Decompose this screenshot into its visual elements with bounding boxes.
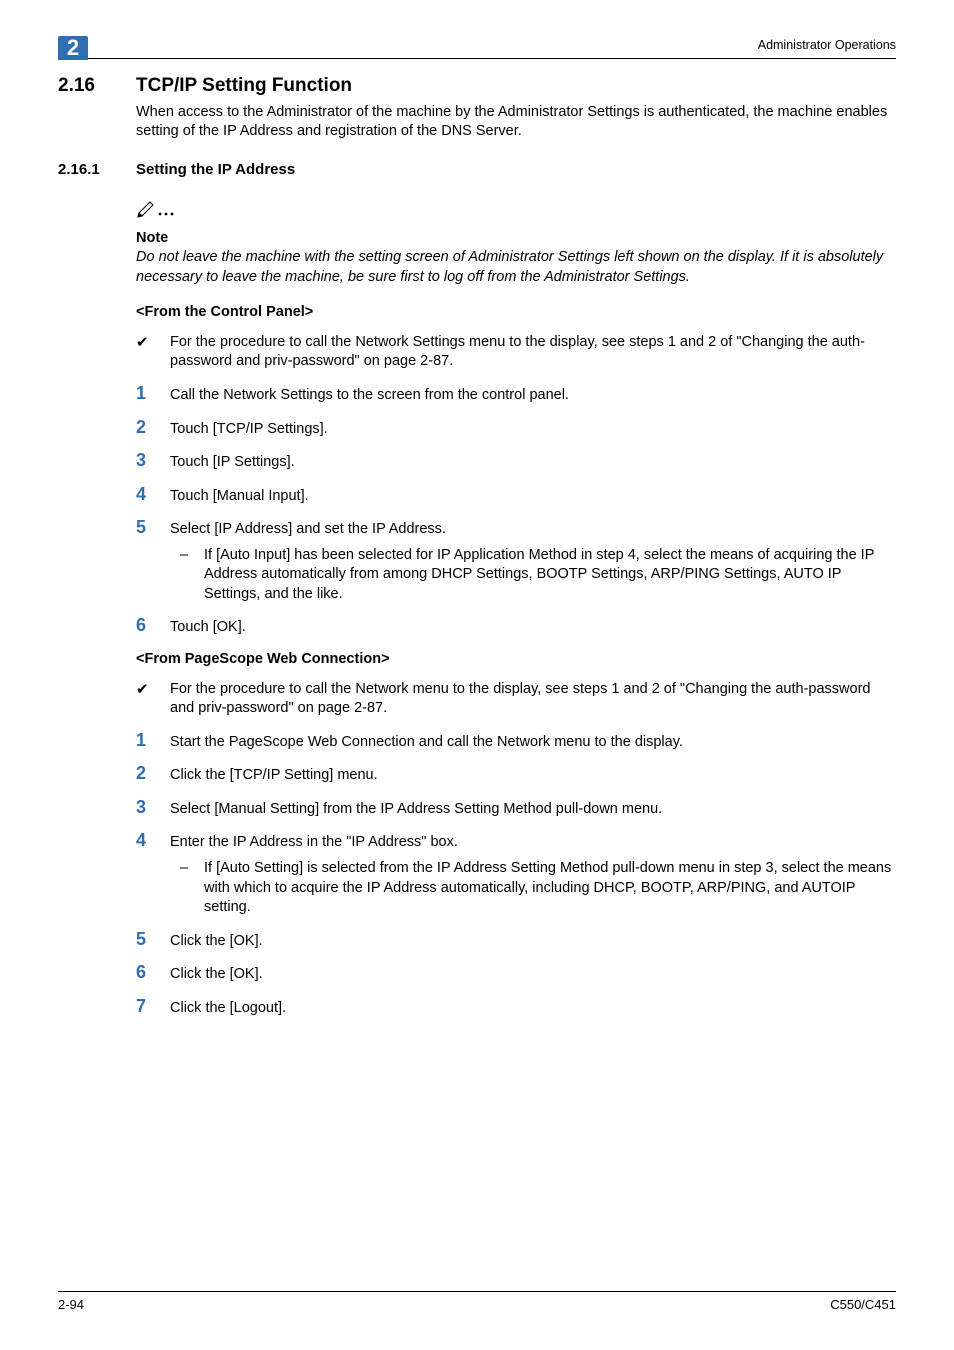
step-text: Enter the IP Address in the "IP Address"… <box>170 834 458 850</box>
h2-title: TCP/IP Setting Function <box>136 73 896 99</box>
step-number: 1 <box>136 731 170 753</box>
footer-rule <box>58 1291 896 1292</box>
footer-model: C550/C451 <box>830 1296 896 1314</box>
step-text: Touch [OK]. <box>170 616 896 638</box>
h3-number: 2.16.1 <box>58 160 136 180</box>
note-icon <box>136 198 176 227</box>
step-text: Call the Network Settings to the screen … <box>170 384 896 406</box>
step-number: 3 <box>136 451 170 473</box>
step-text: Select [IP Address] and set the IP Addre… <box>170 521 446 537</box>
step-text: Click the [OK]. <box>170 963 896 985</box>
section-b-heading: <From PageScope Web Connection> <box>136 650 896 670</box>
step-number: 2 <box>136 418 170 440</box>
footer-page-number: 2-94 <box>58 1296 84 1314</box>
header-section-name: Administrator Operations <box>758 37 896 54</box>
intro-paragraph: When access to the Administrator of the … <box>136 103 896 142</box>
step-number: 7 <box>136 997 170 1019</box>
step-subtext: If [Auto Setting] is selected from the I… <box>204 859 896 918</box>
dash-icon: – <box>180 859 204 918</box>
step-text: Click the [OK]. <box>170 930 896 952</box>
step-number: 6 <box>136 963 170 985</box>
note-label: Note <box>136 229 896 249</box>
dash-icon: – <box>180 546 204 605</box>
step-number: 5 <box>136 518 170 604</box>
checkmark-icon: ✔ <box>136 680 170 719</box>
note-body: Do not leave the machine with the settin… <box>136 248 896 287</box>
step-text: Select [Manual Setting] from the IP Addr… <box>170 798 896 820</box>
section-b-prereq: For the procedure to call the Network me… <box>170 680 896 719</box>
step-text: Click the [TCP/IP Setting] menu. <box>170 764 896 786</box>
step-number: 4 <box>136 485 170 507</box>
section-a-prereq: For the procedure to call the Network Se… <box>170 333 896 372</box>
step-text: Start the PageScope Web Connection and c… <box>170 731 896 753</box>
step-text: Click the [Logout]. <box>170 997 896 1019</box>
step-number: 4 <box>136 831 170 917</box>
step-text: Touch [TCP/IP Settings]. <box>170 418 896 440</box>
section-a-heading: <From the Control Panel> <box>136 303 896 323</box>
h2-number: 2.16 <box>58 73 136 99</box>
h3-title: Setting the IP Address <box>136 160 896 180</box>
step-number: 2 <box>136 764 170 786</box>
chapter-number-badge: 2 <box>58 36 88 60</box>
step-number: 1 <box>136 384 170 406</box>
step-number: 6 <box>136 616 170 638</box>
step-text: Touch [IP Settings]. <box>170 451 896 473</box>
step-number: 5 <box>136 930 170 952</box>
step-number: 3 <box>136 798 170 820</box>
checkmark-icon: ✔ <box>136 333 170 372</box>
header-rule <box>58 58 896 59</box>
step-subtext: If [Auto Input] has been selected for IP… <box>204 546 896 605</box>
step-text: Touch [Manual Input]. <box>170 485 896 507</box>
